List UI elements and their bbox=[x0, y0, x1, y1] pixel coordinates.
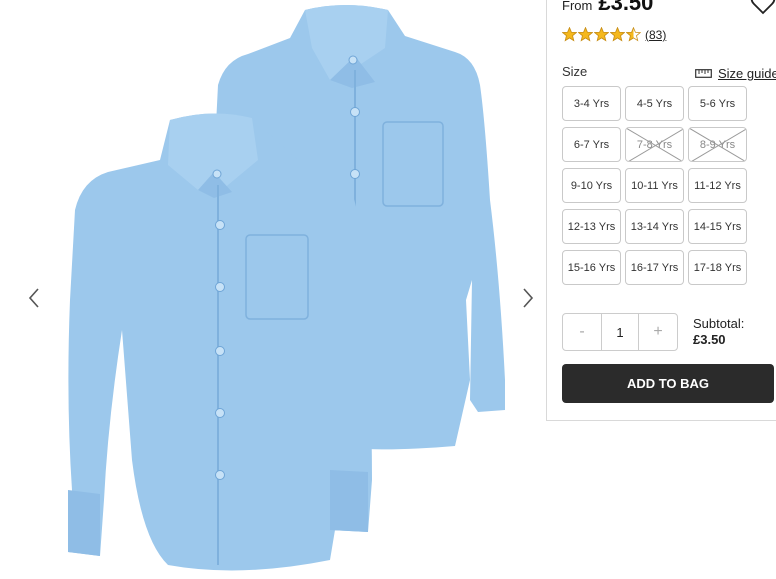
size-option[interactable]: 14-15 Yrs bbox=[688, 209, 747, 244]
product-image bbox=[68, 5, 506, 571]
size-options: 3-4 Yrs 4-5 Yrs 5-6 Yrs 6-7 Yrs 7-8 Yrs8-9 Y… bbox=[562, 86, 747, 285]
quantity-stepper: - 1 + bbox=[562, 313, 678, 351]
size-option-label: 3-4 Yrs bbox=[573, 97, 610, 110]
size-option[interactable]: 5-6 Yrs bbox=[688, 86, 747, 121]
star-icon bbox=[626, 27, 641, 42]
size-option: 7-8 Yrs bbox=[625, 127, 684, 162]
wishlist-button[interactable] bbox=[750, 0, 776, 16]
size-guide-link[interactable]: Size guide bbox=[695, 66, 776, 81]
size-option[interactable]: 16-17 Yrs bbox=[625, 250, 684, 285]
star-icon bbox=[594, 27, 609, 42]
size-option[interactable]: 15-16 Yrs bbox=[562, 250, 621, 285]
review-count-link[interactable]: (83) bbox=[645, 28, 666, 42]
price-amount: £3.50 bbox=[598, 0, 654, 15]
size-option[interactable]: 12-13 Yrs bbox=[562, 209, 621, 244]
heart-icon bbox=[750, 0, 776, 15]
add-to-bag-button[interactable]: ADD TO BAG bbox=[562, 364, 774, 403]
size-option[interactable]: 10-11 Yrs bbox=[625, 168, 684, 203]
chevron-left-icon bbox=[28, 288, 39, 308]
subtotal-label: Subtotal: bbox=[693, 316, 745, 331]
size-option[interactable]: 13-14 Yrs bbox=[625, 209, 684, 244]
size-option[interactable]: 17-18 Yrs bbox=[688, 250, 747, 285]
ruler-icon bbox=[695, 69, 712, 78]
chevron-right-icon bbox=[523, 288, 534, 308]
star-rating bbox=[562, 27, 642, 42]
size-option-label: 11-12 Yrs bbox=[694, 179, 741, 192]
size-option-label: 6-7 Yrs bbox=[573, 138, 610, 151]
size-option-label: 10-11 Yrs bbox=[631, 179, 678, 192]
size-option-label: 14-15 Yrs bbox=[693, 220, 742, 233]
size-option[interactable]: 11-12 Yrs bbox=[688, 168, 747, 203]
rating: (83) bbox=[562, 27, 666, 42]
subtotal: Subtotal: £3.50 bbox=[693, 316, 744, 348]
price: From £3.50 bbox=[562, 0, 653, 18]
size-guide-label: Size guide bbox=[718, 66, 776, 81]
product-image-gallery bbox=[0, 0, 546, 579]
next-image-button[interactable] bbox=[514, 280, 542, 316]
star-icon bbox=[562, 27, 577, 42]
quantity-increase-button[interactable]: + bbox=[639, 314, 677, 350]
price-prefix: From bbox=[562, 0, 593, 13]
subtotal-value: £3.50 bbox=[693, 332, 726, 347]
size-option-label: 15-16 Yrs bbox=[567, 261, 616, 274]
size-option-label: 4-5 Yrs bbox=[636, 97, 673, 110]
star-icon bbox=[578, 27, 593, 42]
size-option[interactable]: 6-7 Yrs bbox=[562, 127, 621, 162]
previous-image-button[interactable] bbox=[20, 280, 48, 316]
size-option-label: 9-10 Yrs bbox=[570, 179, 613, 192]
size-option-label: 16-17 Yrs bbox=[630, 261, 679, 274]
size-option: 8-9 Yrs bbox=[688, 127, 747, 162]
unavailable-cross-icon bbox=[689, 128, 746, 161]
product-purchase-panel: From £3.50 (83) Size Size guide 3-4 Yrs 4… bbox=[546, 0, 776, 421]
size-label: Size bbox=[562, 64, 588, 79]
size-option-label: 17-18 Yrs bbox=[693, 261, 742, 274]
size-option[interactable]: 9-10 Yrs bbox=[562, 168, 621, 203]
quantity-input[interactable]: 1 bbox=[601, 314, 639, 350]
size-option-label: 5-6 Yrs bbox=[699, 97, 736, 110]
size-option[interactable]: 4-5 Yrs bbox=[625, 86, 684, 121]
unavailable-cross-icon bbox=[626, 128, 683, 161]
size-option-label: 13-14 Yrs bbox=[630, 220, 679, 233]
quantity-decrease-button[interactable]: - bbox=[563, 314, 601, 350]
size-option[interactable]: 3-4 Yrs bbox=[562, 86, 621, 121]
size-option-label: 12-13 Yrs bbox=[567, 220, 616, 233]
star-icon bbox=[610, 27, 625, 42]
